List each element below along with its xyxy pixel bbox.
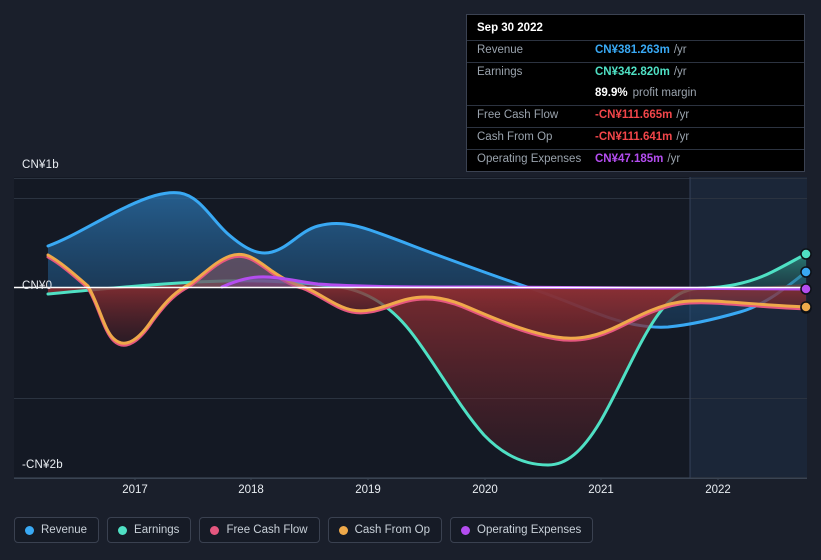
tooltip-row-value: 89.9% <box>595 87 628 99</box>
operating-expenses-endpoint-marker <box>800 283 812 295</box>
chart-tooltip: Sep 30 2022 Revenue CN¥381.263m/yr Earning… <box>466 14 805 172</box>
tooltip-row-label: Free Cash Flow <box>477 109 559 121</box>
tooltip-row: Revenue CN¥381.263m/yr <box>467 40 804 62</box>
legend-item-label: Revenue <box>41 524 88 536</box>
chart-plot-area <box>0 160 821 480</box>
tooltip-row: 89.9% profit margin <box>467 84 804 105</box>
tooltip-row-suffix: /yr <box>673 44 687 56</box>
legend-item-label: Free Cash Flow <box>226 524 308 536</box>
legend-item-revenue[interactable]: Revenue <box>14 517 100 543</box>
tooltip-row-suffix: /yr <box>676 109 690 121</box>
legend-color-dot-icon <box>461 525 471 535</box>
legend-color-dot-icon <box>25 525 34 535</box>
y-axis-label-bottom: -CN¥2b <box>22 459 63 471</box>
legend-item-cash-from-op[interactable]: Cash From Op <box>327 517 443 543</box>
tooltip-row-value: -CN¥111.641m <box>595 131 673 143</box>
legend-item-free-cash-flow[interactable]: Free Cash Flow <box>199 517 320 543</box>
cash-from-op-endpoint-marker <box>800 301 812 313</box>
legend-item-earnings[interactable]: Earnings <box>107 517 192 543</box>
tooltip-row-value: CN¥381.263m <box>595 44 670 56</box>
x-axis-tick-2021: 2021 <box>588 484 614 496</box>
legend-item-operating-expenses[interactable]: Operating Expenses <box>450 517 594 543</box>
tooltip-rows: Revenue CN¥381.263m/yr Earnings CN¥342.820m… <box>467 40 804 171</box>
legend-item-label: Earnings <box>134 524 180 536</box>
x-axis-tick-2022: 2022 <box>705 484 731 496</box>
tooltip-row-label: Operating Expenses <box>477 153 582 165</box>
y-axis-label-zero: CN¥0 <box>22 280 53 292</box>
earnings-endpoint-marker <box>800 248 812 260</box>
tooltip-row-suffix: profit margin <box>632 87 697 99</box>
x-axis-tick-2018: 2018 <box>238 484 264 496</box>
legend-color-dot-icon <box>118 525 128 535</box>
tooltip-row: Cash From Op -CN¥111.641m/yr <box>467 127 804 149</box>
tooltip-row: Free Cash Flow -CN¥111.665m/yr <box>467 105 804 127</box>
legend-item-label: Cash From Op <box>354 524 431 536</box>
tooltip-row-label: Earnings <box>477 66 523 78</box>
tooltip-row-suffix: /yr <box>673 66 687 78</box>
tooltip-row-value: CN¥342.820m <box>595 66 670 78</box>
tooltip-row-value: CN¥47.185m <box>595 153 664 165</box>
y-axis-label-top: CN¥1b <box>22 159 59 171</box>
tooltip-row: Earnings CN¥342.820m/yr <box>467 62 804 84</box>
forecast-band <box>690 177 807 478</box>
tooltip-row-suffix: /yr <box>667 153 681 165</box>
tooltip-row-label: Cash From Op <box>477 131 553 143</box>
tooltip-date: Sep 30 2022 <box>477 22 543 34</box>
tooltip-row: Operating Expenses CN¥47.185m/yr <box>467 149 804 171</box>
tooltip-row-suffix: /yr <box>676 131 690 143</box>
chart-svg <box>14 177 812 480</box>
financial-chart-widget: CN¥1b CN¥0 -CN¥2b 2017 2018 2019 2020 20… <box>0 0 821 560</box>
tooltip-row-value: -CN¥111.665m <box>595 109 673 121</box>
revenue-endpoint-marker <box>800 266 812 278</box>
x-axis-tick-2020: 2020 <box>472 484 498 496</box>
tooltip-row-label: Revenue <box>477 44 524 56</box>
legend-color-dot-icon <box>210 525 220 535</box>
chart-legend: Revenue Earnings Free Cash Flow Cash From O… <box>14 517 594 543</box>
x-axis-tick-2019: 2019 <box>355 484 381 496</box>
legend-color-dot-icon <box>338 525 348 535</box>
x-axis-tick-2017: 2017 <box>122 484 148 496</box>
legend-item-label: Operating Expenses <box>477 524 582 536</box>
